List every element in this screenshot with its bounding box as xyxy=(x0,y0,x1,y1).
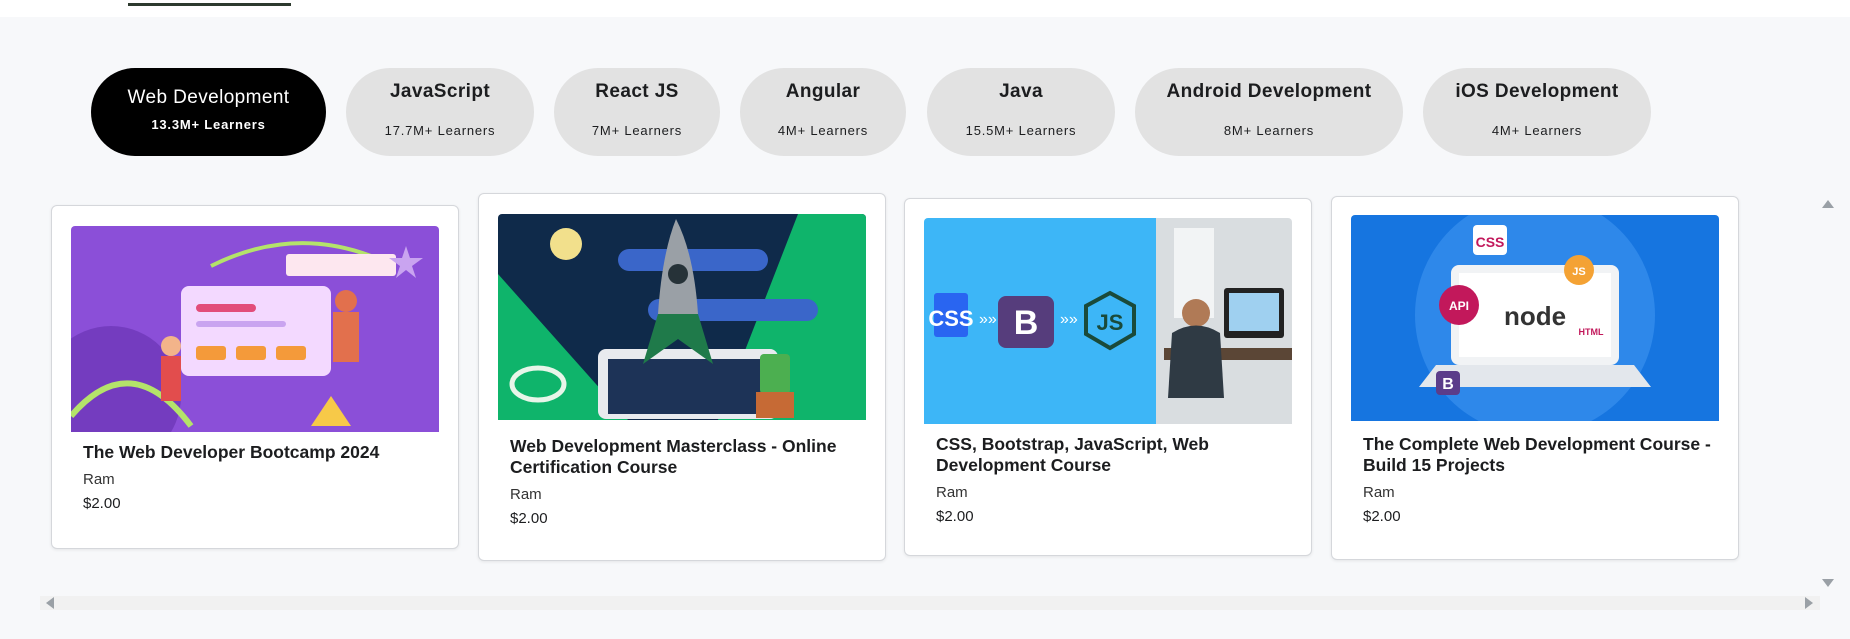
course-title: CSS, Bootstrap, JavaScript, Web Developm… xyxy=(936,434,1209,475)
category-learners: 15.5M+ Learners xyxy=(965,123,1077,138)
course-author: Ram xyxy=(1363,484,1395,501)
course-thumbnail: CSS »» B »» JS xyxy=(924,218,1292,424)
category-pill-javascript[interactable]: JavaScript 17.7M+ Learners xyxy=(346,68,534,156)
bootstrap-badge-icon: B xyxy=(1442,376,1454,393)
course-card[interactable]: Web Development Masterclass - Online Cer… xyxy=(478,193,886,561)
category-learners: 4M+ Learners xyxy=(777,123,869,138)
course-author: Ram xyxy=(510,486,542,503)
category-title: JavaScript xyxy=(389,81,491,102)
svg-text:»»: »» xyxy=(1060,311,1078,328)
css-badge-icon: CSS xyxy=(1476,234,1505,250)
category-title: Web Development xyxy=(127,87,290,108)
course-thumbnail xyxy=(498,214,866,420)
node-logo-icon: node xyxy=(1504,301,1566,331)
category-title: Angular xyxy=(785,81,861,102)
css-logo-icon: CSS xyxy=(928,306,973,331)
course-title: The Web Developer Bootcamp 2024 xyxy=(83,442,380,462)
course-author: Ram xyxy=(936,484,968,501)
category-title: Java xyxy=(999,81,1043,102)
category-title: React JS xyxy=(595,81,679,102)
category-pill-web-development[interactable]: Web Development 13.3M+ Learners xyxy=(91,68,326,156)
category-learners: 4M+ Learners xyxy=(1491,123,1583,138)
category-learners: 13.3M+ Learners xyxy=(151,117,266,132)
js-gear-icon: JS xyxy=(1572,266,1585,278)
js-logo-icon: JS xyxy=(1097,310,1124,335)
course-thumbnail xyxy=(71,226,439,432)
course-card[interactable]: CSS »» B »» JS CSS, Bootstrap, JavaScrip… xyxy=(904,198,1312,556)
scroll-up-arrow-icon[interactable] xyxy=(1822,200,1834,208)
category-learners: 17.7M+ Learners xyxy=(384,123,496,138)
top-nav-strip xyxy=(0,0,1850,17)
course-price: $2.00 xyxy=(1363,508,1401,525)
bootstrap-logo-icon: B xyxy=(1014,304,1039,342)
course-card[interactable]: The Web Developer Bootcamp 2024 Ram $2.0… xyxy=(51,205,459,549)
category-learners: 7M+ Learners xyxy=(591,123,683,138)
course-author: Ram xyxy=(83,471,115,488)
course-title: Web Development Masterclass - Online Cer… xyxy=(510,436,837,477)
category-learners: 8M+ Learners xyxy=(1223,123,1315,138)
category-pill-angular[interactable]: Angular 4M+ Learners xyxy=(740,68,906,156)
scroll-down-arrow-icon[interactable] xyxy=(1822,579,1834,587)
course-price: $2.00 xyxy=(83,495,121,512)
course-thumbnail: node CSS JS API HTML B xyxy=(1351,215,1719,421)
category-title: Android Development xyxy=(1166,81,1372,102)
category-pill-android-development[interactable]: Android Development 8M+ Learners xyxy=(1135,68,1403,156)
category-pill-react-js[interactable]: React JS 7M+ Learners xyxy=(554,68,720,156)
scroll-left-arrow-icon[interactable] xyxy=(46,597,54,609)
course-price: $2.00 xyxy=(510,510,548,527)
category-title: iOS Development xyxy=(1455,81,1619,102)
active-tab-underline xyxy=(128,3,291,6)
course-price: $2.00 xyxy=(936,508,974,525)
course-title: The Complete Web Development Course - Bu… xyxy=(1363,434,1711,475)
scroll-right-arrow-icon[interactable] xyxy=(1805,597,1813,609)
course-card[interactable]: node CSS JS API HTML B The Complete Web … xyxy=(1331,196,1739,560)
api-gear-icon: API xyxy=(1449,299,1469,313)
category-pill-ios-development[interactable]: iOS Development 4M+ Learners xyxy=(1423,68,1651,156)
svg-text:»»: »» xyxy=(979,311,997,328)
category-pill-java[interactable]: Java 15.5M+ Learners xyxy=(927,68,1115,156)
horizontal-scrollbar[interactable] xyxy=(40,596,1820,610)
html-badge-icon: HTML xyxy=(1579,327,1604,337)
